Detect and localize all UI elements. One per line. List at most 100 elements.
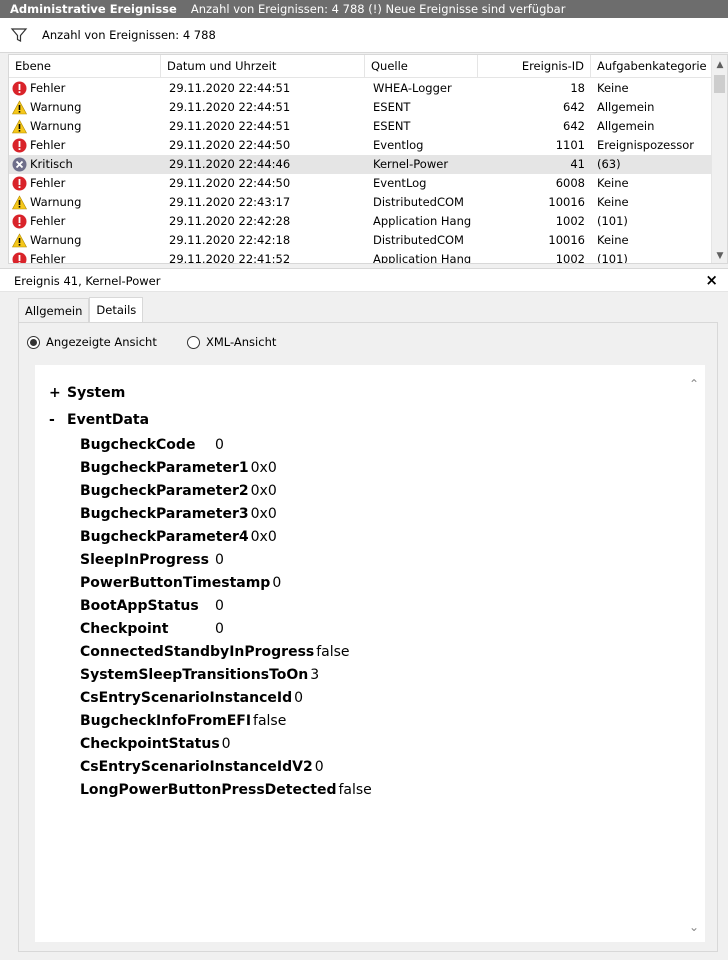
tab-allgemein[interactable]: Allgemein bbox=[18, 298, 90, 322]
cell-task-category: Allgemein bbox=[597, 119, 655, 133]
eventdata-node[interactable]: - EventData bbox=[49, 412, 149, 428]
tab-details[interactable]: Details bbox=[89, 297, 144, 322]
table-row[interactable]: Fehler 29.11.2020 22:41:52 Application Han… bbox=[9, 250, 713, 264]
field-value: 0 bbox=[221, 736, 231, 752]
cell-event-id: 10016 bbox=[548, 195, 585, 209]
field-value: 0 bbox=[215, 437, 224, 453]
field-key: BugcheckParameter2 bbox=[80, 483, 249, 499]
warning-icon bbox=[11, 195, 28, 210]
event-count-status: Anzahl von Ereignissen: 4 788 (!) Neue E… bbox=[190, 2, 566, 16]
field-key: CheckpointStatus bbox=[80, 736, 220, 752]
cell-level: Warnung bbox=[9, 231, 161, 250]
chevron-up-icon[interactable]: ⌃ bbox=[687, 377, 701, 391]
cell-source: WHEA-Logger bbox=[373, 81, 452, 95]
table-row[interactable]: Warnung 29.11.2020 22:42:18 DistributedCOM… bbox=[9, 231, 713, 250]
field-value: 0 bbox=[215, 552, 224, 568]
field-value: 3 bbox=[310, 667, 320, 683]
column-header-date[interactable]: Datum und Uhrzeit bbox=[161, 55, 365, 78]
cell-date: 29.11.2020 22:42:28 bbox=[169, 214, 291, 228]
table-row[interactable]: Warnung 29.11.2020 22:44:51 ESENT 642 Allgem… bbox=[9, 117, 713, 136]
system-node-label: System bbox=[67, 385, 126, 401]
cell-event-id: 642 bbox=[563, 100, 585, 114]
expand-icon[interactable]: + bbox=[49, 385, 67, 401]
column-header-source[interactable]: Quelle bbox=[365, 55, 478, 78]
cell-level-text: Fehler bbox=[30, 176, 66, 190]
cell-date: 29.11.2020 22:44:51 bbox=[169, 119, 291, 133]
filter-bar: Anzahl von Ereignissen: 4 788 bbox=[0, 18, 728, 53]
chevron-down-icon[interactable]: ⌄ bbox=[687, 920, 701, 934]
cell-task-category: Keine bbox=[597, 233, 629, 247]
cell-level: Kritisch bbox=[9, 155, 161, 174]
cell-level: Warnung bbox=[9, 98, 161, 117]
event-details-title: Ereignis 41, Kernel-Power bbox=[14, 274, 161, 288]
column-header-task-category[interactable]: Aufgabenkategorie bbox=[591, 55, 713, 78]
scrollbar-thumb[interactable] bbox=[714, 75, 725, 93]
cell-source: ESENT bbox=[373, 119, 411, 133]
cell-task-category: (101) bbox=[597, 214, 628, 228]
table-row[interactable]: Fehler 29.11.2020 22:44:50 EventLog 6008 Kei… bbox=[9, 174, 713, 193]
event-data-view[interactable]: ⌃ ⌄ + System - EventData BugcheckCode 0 Bugc… bbox=[35, 365, 705, 942]
cell-level-text: Fehler bbox=[30, 138, 66, 152]
close-icon[interactable]: × bbox=[705, 271, 718, 289]
table-row[interactable]: Warnung 29.11.2020 22:43:17 DistributedCOM… bbox=[9, 193, 713, 212]
field-value: 0 bbox=[272, 575, 282, 591]
cell-level-text: Fehler bbox=[30, 252, 66, 264]
radio-displayed-view[interactable]: Angezeigte Ansicht bbox=[27, 335, 157, 349]
details-tab-body: Angezeigte Ansicht XML-Ansicht ⌃ ⌄ + Syst… bbox=[18, 322, 718, 952]
radio-unselected-icon bbox=[187, 335, 200, 349]
field-value: false bbox=[338, 782, 372, 798]
cell-source: EventLog bbox=[373, 176, 427, 190]
eventdata-node-label: EventData bbox=[67, 412, 150, 428]
table-row[interactable]: Fehler 29.11.2020 22:42:28 Application Han… bbox=[9, 212, 713, 231]
event-list-scrollbar[interactable]: ▲ ▼ bbox=[711, 55, 727, 263]
field-value: 0x0 bbox=[250, 506, 277, 522]
error-icon bbox=[12, 176, 27, 191]
field-value: 0x0 bbox=[250, 483, 277, 499]
radio-xml-view[interactable]: XML-Ansicht bbox=[187, 335, 276, 349]
collapse-icon[interactable]: - bbox=[49, 412, 67, 428]
cell-event-id: 41 bbox=[570, 157, 585, 171]
cell-event-id: 10016 bbox=[548, 233, 585, 247]
event-data-field: BugcheckParameter1 0x0 bbox=[80, 460, 277, 476]
cell-level-text: Fehler bbox=[30, 214, 66, 228]
field-value: 0x0 bbox=[250, 460, 277, 476]
event-data-field: SystemSleepTransitionsToOn 3 bbox=[80, 667, 319, 683]
error-icon bbox=[12, 81, 27, 96]
window-title-bar: Administrative Ereignisse Anzahl von Ere… bbox=[0, 0, 728, 18]
cell-event-id: 1002 bbox=[555, 214, 585, 228]
scroll-down-icon[interactable]: ▼ bbox=[712, 248, 727, 263]
cell-source: Application Hang bbox=[373, 252, 472, 264]
event-list[interactable]: Ebene Datum und Uhrzeit Quelle Ereignis-… bbox=[8, 54, 728, 264]
field-value: 0 bbox=[215, 621, 224, 637]
table-row[interactable]: Fehler 29.11.2020 22:44:51 WHEA-Logger 18 Ke… bbox=[9, 79, 713, 98]
event-details-header: Ereignis 41, Kernel-Power × bbox=[0, 268, 728, 292]
cell-source: DistributedCOM bbox=[373, 233, 464, 247]
event-rows: Fehler 29.11.2020 22:44:51 WHEA-Logger 18 Ke… bbox=[9, 79, 713, 264]
event-data-field: CsEntryScenarioInstanceId 0 bbox=[80, 690, 303, 706]
system-node[interactable]: + System bbox=[49, 385, 125, 401]
column-header-level[interactable]: Ebene bbox=[9, 55, 161, 78]
event-data-field: Checkpoint 0 bbox=[80, 621, 224, 637]
field-value: 0x0 bbox=[250, 529, 277, 545]
table-row[interactable]: Fehler 29.11.2020 22:44:50 Eventlog 1101 Ere… bbox=[9, 136, 713, 155]
column-header-event-id[interactable]: Ereignis-ID bbox=[478, 55, 591, 78]
cell-task-category: Keine bbox=[597, 195, 629, 209]
cell-event-id: 18 bbox=[570, 81, 585, 95]
scroll-up-icon[interactable]: ▲ bbox=[712, 57, 727, 73]
error-icon bbox=[12, 214, 27, 229]
cell-level: Fehler bbox=[9, 174, 161, 193]
field-value: false bbox=[316, 644, 350, 660]
filter-icon[interactable] bbox=[10, 26, 28, 44]
event-data-field: LongPowerButtonPressDetected false bbox=[80, 782, 372, 798]
critical-icon bbox=[12, 157, 27, 172]
cell-level-text: Warnung bbox=[30, 233, 82, 247]
cell-task-category: Keine bbox=[597, 176, 629, 190]
cell-date: 29.11.2020 22:44:51 bbox=[169, 81, 291, 95]
table-row[interactable]: Kritisch 29.11.2020 22:44:46 Kernel-Power 4… bbox=[9, 155, 713, 174]
field-key: Checkpoint bbox=[80, 621, 169, 637]
cell-date: 29.11.2020 22:41:52 bbox=[169, 252, 291, 264]
event-data-field: PowerButtonTimestamp 0 bbox=[80, 575, 281, 591]
cell-event-id: 6008 bbox=[555, 176, 585, 190]
table-row[interactable]: Warnung 29.11.2020 22:44:51 ESENT 642 Allgem… bbox=[9, 98, 713, 117]
field-key: ConnectedStandbyInProgress bbox=[80, 644, 315, 660]
